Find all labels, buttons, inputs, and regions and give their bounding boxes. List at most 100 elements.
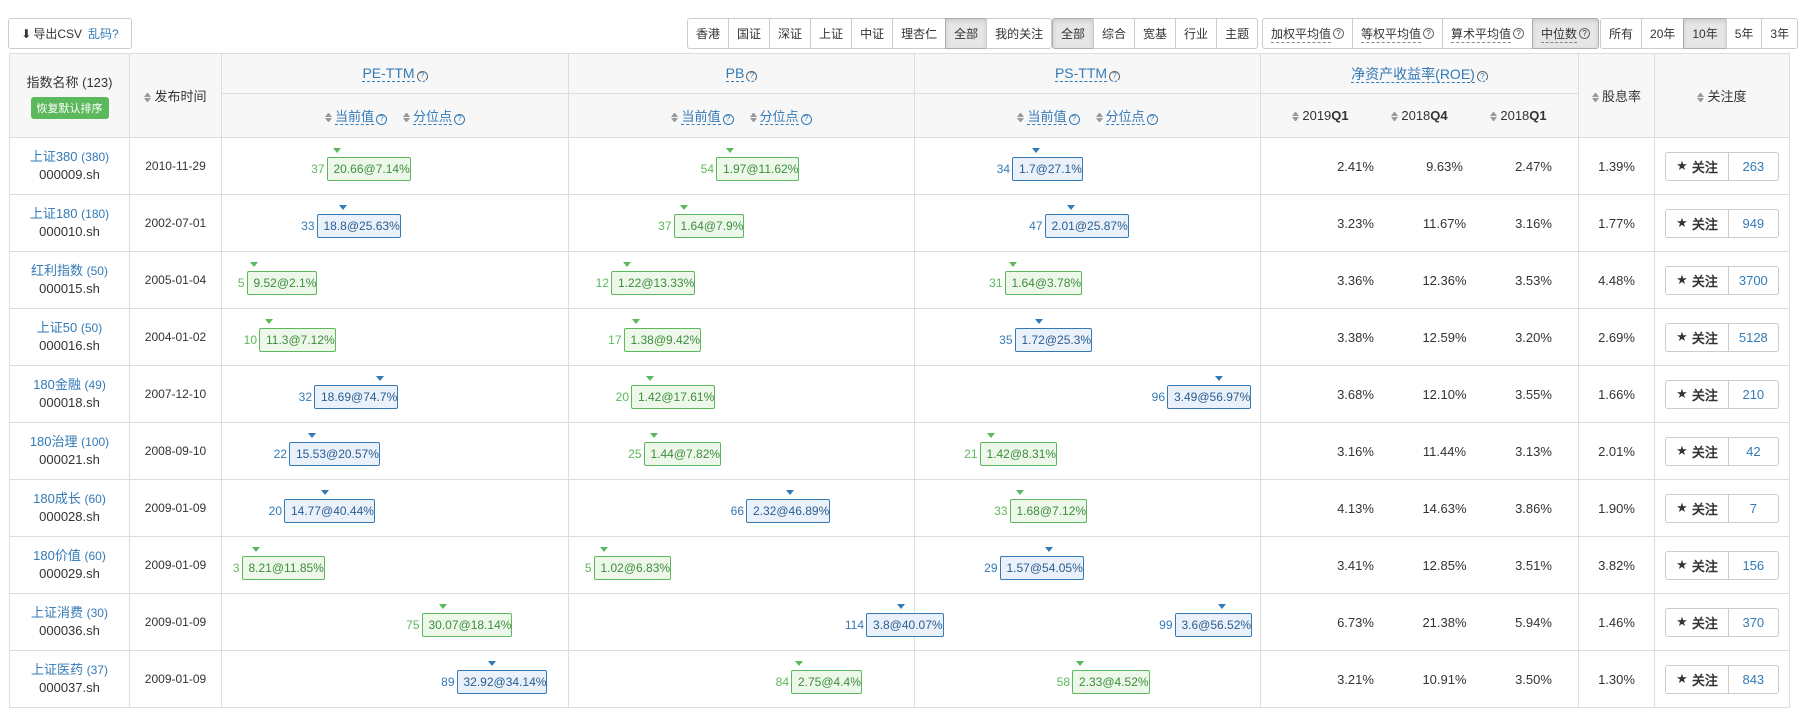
average-filter-2[interactable]: 算术平均值? (1442, 18, 1534, 49)
index-name-cell[interactable]: 180价值 (60) 000029.sh (9, 536, 130, 594)
help-icon: ? (1476, 71, 1488, 82)
index-name-cell[interactable]: 上证50 (50) 000016.sh (9, 308, 130, 366)
follow-button[interactable]: ★ 关注 (1665, 550, 1729, 580)
follow-button[interactable]: ★ 关注 (1665, 208, 1729, 238)
roe-col-header-1[interactable]: 2018Q4 (1391, 108, 1447, 123)
market-filter-group: 香港 国证 深证 上证 中证 理杏仁 全部 我的关注 (687, 18, 1053, 49)
roe-col-header-2[interactable]: 2018Q1 (1490, 108, 1546, 123)
roe-col-header-0[interactable]: 2019Q1 (1292, 108, 1348, 123)
index-name-link[interactable]: 上证380 (30, 149, 78, 164)
follow-count[interactable]: 3700 (1728, 265, 1779, 295)
follow-button[interactable]: ★ 关注 (1665, 265, 1729, 295)
follow-button[interactable]: ★ 关注 (1665, 607, 1729, 637)
roe-value: 12.10% (1422, 386, 1467, 402)
reset-sort-button[interactable]: 恢复默认排序 (30, 97, 109, 119)
index-name-cell[interactable]: 上证380 (380) 000009.sh (9, 137, 130, 195)
market-filter-6[interactable]: 全部 (945, 18, 988, 49)
follow-count[interactable]: 210 (1728, 379, 1779, 409)
follow-count[interactable]: 949 (1728, 208, 1779, 238)
type-filter-3[interactable]: 行业 (1175, 18, 1218, 49)
market-filter-3[interactable]: 上证 (810, 18, 853, 49)
ps-cell: 29 1.57@54.05% (914, 536, 1261, 594)
ps-group-header[interactable]: PS-TTM? (914, 53, 1261, 94)
follow-button[interactable]: ★ 关注 (1665, 322, 1729, 352)
index-name-link[interactable]: 180价值 (33, 548, 81, 563)
sort-percentile[interactable]: 分位点? (1096, 109, 1158, 125)
sort-current-value[interactable]: 当前值? (325, 109, 387, 125)
follow-label: 关注 (1691, 273, 1718, 289)
index-name-link[interactable]: 上证消费 (31, 605, 83, 620)
type-filter-2[interactable]: 宽基 (1134, 18, 1177, 49)
follow-count[interactable]: 370 (1728, 607, 1779, 637)
follow-button[interactable]: ★ 关注 (1665, 664, 1729, 694)
average-filter-1[interactable]: 等权平均值? (1352, 18, 1444, 49)
type-filter-0[interactable]: 全部 (1052, 18, 1095, 49)
type-filter-4[interactable]: 主题 (1216, 18, 1259, 49)
index-name-cell[interactable]: 上证180 (180) 000010.sh (9, 194, 130, 252)
market-filter-5[interactable]: 理杏仁 (892, 18, 947, 49)
ps-value-bar: 34 1.7@27.1% (997, 148, 1083, 181)
roe-cell: 3.23% 11.67% 3.16% (1260, 194, 1579, 252)
index-code: 000009.sh (39, 167, 100, 182)
export-csv-button[interactable]: ⬇ 导出CSV 乱码? (8, 18, 132, 49)
market-filter-7[interactable]: 我的关注 (986, 18, 1053, 49)
average-filter-0[interactable]: 加权平均值? (1262, 18, 1354, 49)
follow-count[interactable]: 263 (1728, 151, 1779, 181)
index-name-cell[interactable]: 上证医药 (37) 000037.sh (9, 650, 130, 708)
index-name-link[interactable]: 红利指数 (31, 263, 83, 278)
period-filter-4[interactable]: 3年 (1761, 18, 1798, 49)
follow-header[interactable]: 关注度 (1654, 53, 1790, 138)
pb-level: 20 (615, 390, 629, 404)
index-name-cell[interactable]: 上证消费 (30) 000036.sh (9, 593, 130, 651)
index-name-link[interactable]: 上证180 (30, 206, 78, 221)
follow-button[interactable]: ★ 关注 (1665, 436, 1729, 466)
sort-percentile[interactable]: 分位点? (403, 109, 466, 125)
period-filter-1[interactable]: 20年 (1641, 18, 1685, 49)
follow-count[interactable]: 5128 (1728, 322, 1779, 352)
dividend-header[interactable]: 股息率 (1578, 53, 1655, 138)
pe-cell: 37 20.66@7.14% (221, 137, 569, 195)
date-header[interactable]: 发布时间 (129, 53, 222, 138)
index-name-cell[interactable]: 180成长 (60) 000028.sh (9, 479, 130, 537)
market-filter-0[interactable]: 香港 (687, 18, 730, 49)
table-row: 上证医药 (37) 000037.sh 2009-01-09 89 32.92@34.1… (9, 650, 1790, 708)
period-filter-3[interactable]: 5年 (1725, 18, 1763, 49)
follow-count[interactable]: 7 (1728, 493, 1779, 523)
index-name-cell[interactable]: 180治理 (100) 000021.sh (9, 422, 130, 480)
follow-count[interactable]: 42 (1728, 436, 1779, 466)
follow-button[interactable]: ★ 关注 (1665, 493, 1729, 523)
index-name-link[interactable]: 180治理 (30, 434, 78, 449)
period-filter-2[interactable]: 10年 (1683, 18, 1727, 49)
market-filter-2[interactable]: 深证 (769, 18, 812, 49)
market-filter-4[interactable]: 中证 (851, 18, 894, 49)
sort-current-value[interactable]: 当前值? (1017, 109, 1080, 125)
name-header[interactable]: 指数名称 (123) 恢复默认排序 (9, 53, 130, 138)
pe-value-bar: 5 9.52@2.1% (238, 262, 318, 295)
follow-count[interactable]: 843 (1728, 664, 1779, 694)
follow-button[interactable]: ★ 关注 (1665, 379, 1729, 409)
sort-current-value[interactable]: 当前值? (671, 109, 734, 125)
index-name-link[interactable]: 上证50 (37, 320, 77, 335)
average-filter-3[interactable]: 中位数? (1532, 18, 1600, 49)
market-filter-1[interactable]: 国证 (728, 18, 771, 49)
period-filter-0[interactable]: 所有 (1600, 18, 1643, 49)
roe-value: 3.23% (1337, 215, 1374, 231)
index-name-link[interactable]: 上证医药 (31, 662, 83, 677)
type-filter-1[interactable]: 综合 (1093, 18, 1136, 49)
index-name-link[interactable]: 180成长 (33, 491, 81, 506)
sort-percentile[interactable]: 分位点? (750, 109, 812, 125)
index-name-link[interactable]: 180金融 (33, 377, 81, 392)
pe-value-text: 15.53@20.57% (296, 447, 379, 461)
pb-group-header[interactable]: PB? (568, 53, 915, 94)
roe-group-header[interactable]: 净资产收益率(ROE)? (1260, 53, 1579, 94)
table-row: 180金融 (49) 000018.sh 2007-12-10 32 18.69@74.… (9, 365, 1790, 423)
garbled-help-link[interactable]: 乱码? (88, 25, 119, 42)
percentile-marker-icon (333, 148, 342, 153)
follow-count[interactable]: 156 (1728, 550, 1779, 580)
follow-button[interactable]: ★ 关注 (1665, 151, 1729, 181)
table-row: 180成长 (60) 000028.sh 2009-01-09 20 14.77@40.… (9, 479, 1790, 537)
pe-group-header[interactable]: PE-TTM? (221, 53, 569, 94)
star-icon: ★ (1676, 557, 1688, 572)
index-name-cell[interactable]: 红利指数 (50) 000015.sh (9, 251, 130, 309)
index-name-cell[interactable]: 180金融 (49) 000018.sh (9, 365, 130, 423)
